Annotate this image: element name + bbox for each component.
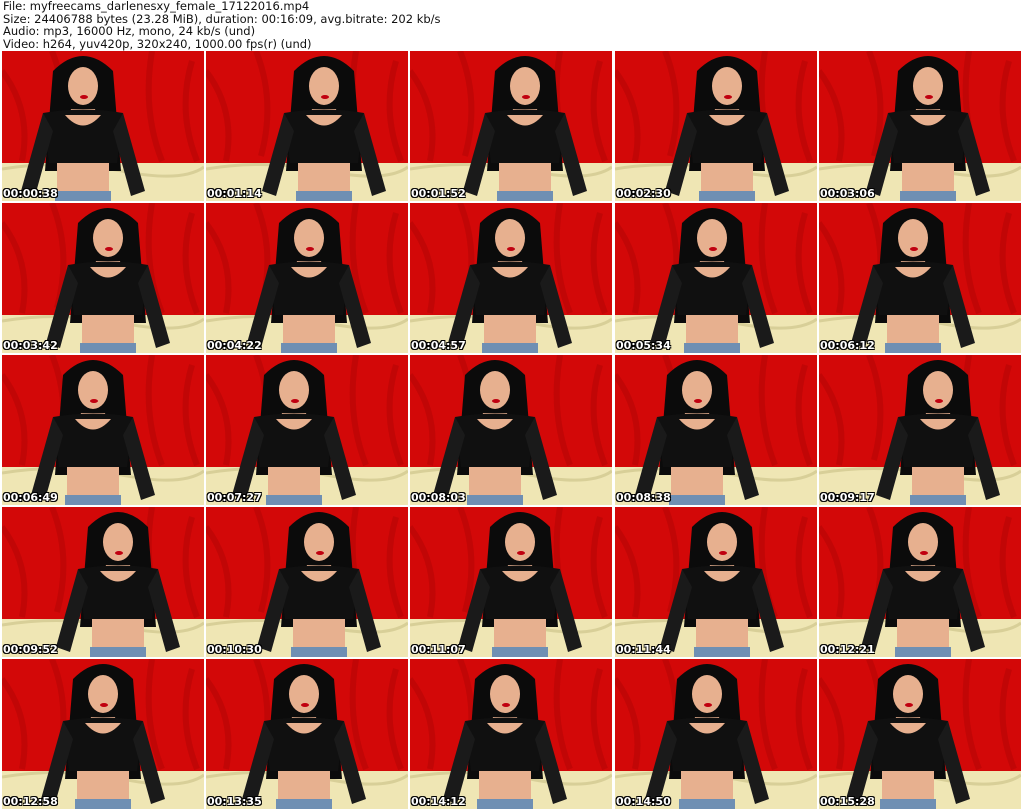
video-frame-image [410,51,612,201]
video-frame-image [819,507,1021,657]
video-frame-image [2,507,204,657]
thumbnail-timestamp: 00:11:07 [411,643,466,656]
thumbnail-timestamp: 00:03:42 [3,339,58,352]
video-frame-image [819,203,1021,353]
video-thumbnail: 00:06:12 [819,203,1021,353]
thumbnail-timestamp: 00:01:52 [411,187,466,200]
video-frame-image [206,507,408,657]
video-frame-image [819,51,1021,201]
video-thumbnail: 00:00:38 [2,51,204,201]
video-thumbnail: 00:01:52 [410,51,612,201]
thumbnail-timestamp: 00:04:57 [411,339,466,352]
thumbnail-timestamp: 00:11:44 [616,643,671,656]
thumbnail-timestamp: 00:12:58 [3,795,58,808]
thumbnail-timestamp: 00:15:28 [820,795,875,808]
video-thumbnail: 00:06:49 [2,355,204,505]
video-info-line: Video: h264, yuv420p, 320x240, 1000.00 f… [3,36,312,51]
video-frame-image [206,355,408,505]
video-thumbnail: 00:03:42 [2,203,204,353]
video-frame-image [2,355,204,505]
video-thumbnail: 00:05:34 [615,203,817,353]
video-frame-image [615,51,817,201]
thumbnail-timestamp: 00:14:50 [616,795,671,808]
video-frame-image [2,203,204,353]
video-frame-image [615,203,817,353]
video-frame-image [615,507,817,657]
video-thumbnail: 00:08:03 [410,355,612,505]
thumbnail-timestamp: 00:05:34 [616,339,671,352]
video-frame-image [615,659,817,809]
video-thumbnail: 00:12:58 [2,659,204,809]
video-frame-image [410,507,612,657]
thumbnail-timestamp: 00:07:27 [207,491,262,504]
video-thumbnail: 00:13:35 [206,659,408,809]
thumbnail-timestamp: 00:13:35 [207,795,262,808]
video-frame-image [819,659,1021,809]
video-thumbnail: 00:11:44 [615,507,817,657]
thumbnail-timestamp: 00:06:49 [3,491,58,504]
video-frame-image [615,355,817,505]
video-thumbnail: 00:04:22 [206,203,408,353]
video-frame-image [2,51,204,201]
video-thumbnail: 00:14:12 [410,659,612,809]
video-thumbnail: 00:04:57 [410,203,612,353]
video-frame-image [410,659,612,809]
thumbnail-grid: 00:00:38 00:01:14 00:01:52 00:02:30 00:03:06… [2,51,1023,810]
video-thumbnail: 00:01:14 [206,51,408,201]
thumbnail-timestamp: 00:14:12 [411,795,466,808]
file-name-line: File: myfreecams_darlenesxy_female_17122… [3,0,310,13]
video-frame-image [410,355,612,505]
video-thumbnail: 00:08:38 [615,355,817,505]
thumbnail-timestamp: 00:09:17 [820,491,875,504]
thumbnail-timestamp: 00:04:22 [207,339,262,352]
video-thumbnail: 00:03:06 [819,51,1021,201]
video-frame-image [819,355,1021,505]
thumbnail-timestamp: 00:08:03 [411,491,466,504]
video-thumbnail: 00:09:17 [819,355,1021,505]
video-thumbnail: 00:12:21 [819,507,1021,657]
video-thumbnail: 00:11:07 [410,507,612,657]
video-thumbnail: 00:15:28 [819,659,1021,809]
video-thumbnail: 00:07:27 [206,355,408,505]
thumbnail-timestamp: 00:08:38 [616,491,671,504]
thumbnail-timestamp: 00:12:21 [820,643,875,656]
thumbnail-timestamp: 00:09:52 [3,643,58,656]
video-frame-image [2,659,204,809]
video-thumbnail: 00:10:30 [206,507,408,657]
thumbnail-timestamp: 00:03:06 [820,187,875,200]
video-thumbnail: 00:14:50 [615,659,817,809]
thumbnail-timestamp: 00:06:12 [820,339,875,352]
video-frame-image [410,203,612,353]
thumbnail-timestamp: 00:02:30 [616,187,671,200]
video-thumbnail: 00:02:30 [615,51,817,201]
thumbnail-timestamp: 00:00:38 [3,187,58,200]
thumbnail-timestamp: 00:10:30 [207,643,262,656]
audio-info-line: Audio: mp3, 16000 Hz, mono, 24 kb/s (und… [3,24,256,38]
video-frame-image [206,51,408,201]
file-info-header: File: myfreecams_darlenesxy_female_17122… [3,0,1003,50]
video-thumbnail: 00:09:52 [2,507,204,657]
video-frame-image [206,203,408,353]
video-frame-image [206,659,408,809]
thumbnail-timestamp: 00:01:14 [207,187,262,200]
